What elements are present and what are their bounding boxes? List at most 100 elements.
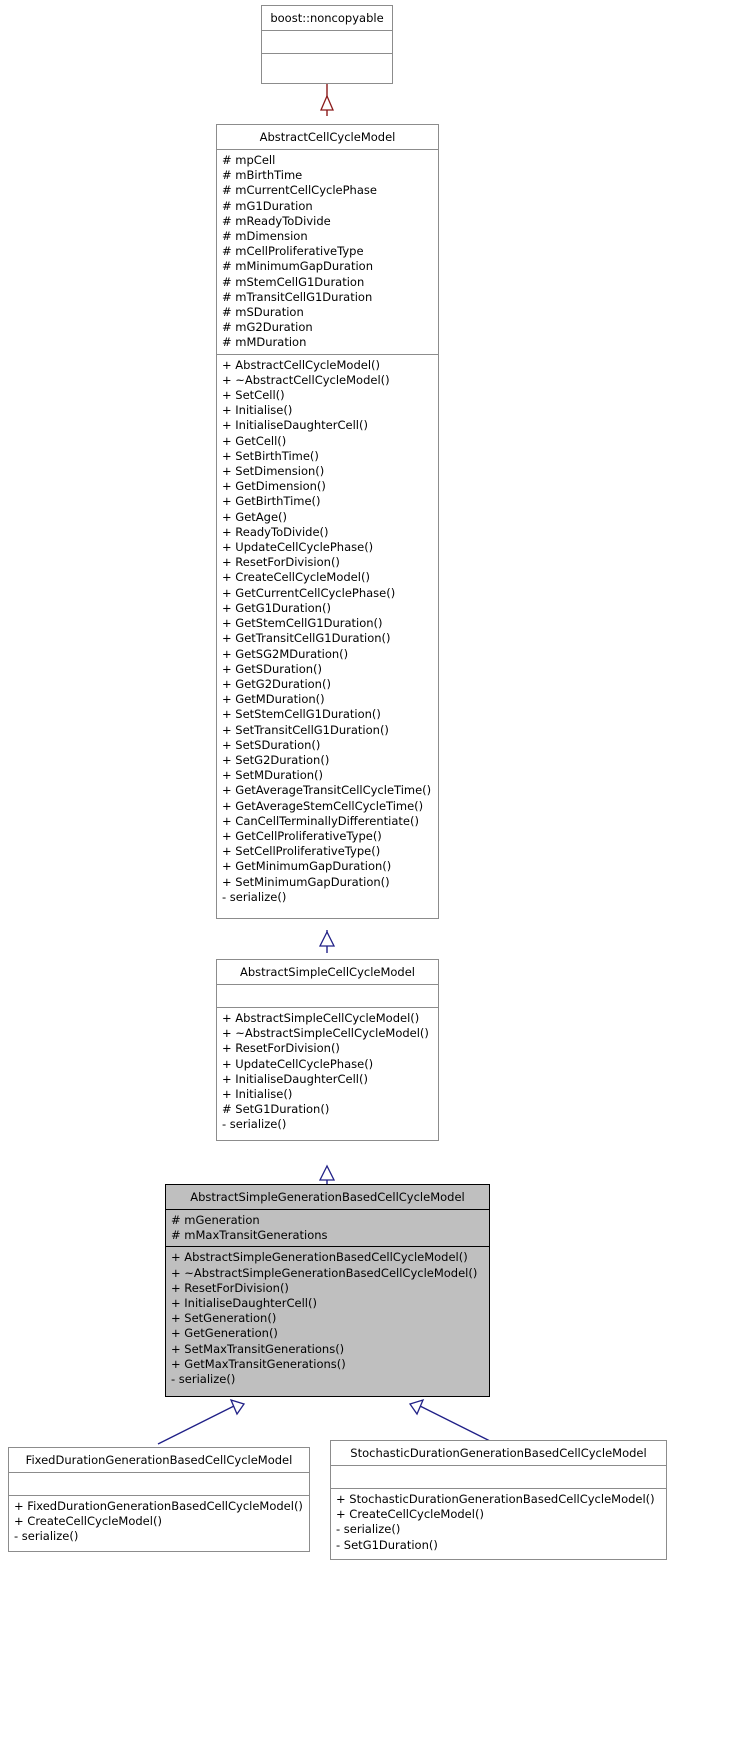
class-box-abstract-cell-cycle-model[interactable]: AbstractCellCycleModel # mpCell # mBirth…	[216, 124, 439, 919]
attribute-row: # mG2Duration	[222, 320, 313, 335]
method-row: + UpdateCellCyclePhase()	[222, 540, 374, 555]
method-row: + SetSDuration()	[222, 737, 321, 752]
method-row: + UpdateCellCyclePhase()	[222, 1056, 374, 1071]
class-name: boost::noncopyable	[270, 11, 384, 25]
method-row: + GetBirthTime()	[222, 494, 321, 509]
method-row: - serialize()	[222, 889, 287, 904]
method-row: + SetBirthTime()	[222, 448, 319, 463]
method-row: + GetMDuration()	[222, 692, 325, 707]
attribute-row: # mMaxTransitGenerations	[171, 1228, 328, 1243]
attributes-compartment	[217, 985, 438, 1007]
method-row: - serialize()	[14, 1529, 79, 1544]
method-row: - SetG1Duration()	[336, 1537, 438, 1552]
method-row: + StochasticDurationGenerationBasedCellC…	[336, 1492, 655, 1506]
method-row: + GetAge()	[222, 509, 288, 524]
method-row: + GetMinimumGapDuration()	[222, 859, 392, 874]
class-name: AbstractSimpleGenerationBasedCellCycleMo…	[190, 1190, 465, 1204]
method-row: + GetSG2MDuration()	[222, 646, 349, 661]
methods-compartment: + AbstractCellCycleModel() + ~AbstractCe…	[217, 355, 438, 908]
attribute-row: # mTransitCellG1Duration	[222, 289, 373, 304]
method-row: - serialize()	[336, 1522, 401, 1537]
method-row: + ResetForDivision()	[222, 1041, 340, 1056]
method-row: + CreateCellCycleModel()	[336, 1507, 484, 1522]
attributes-compartment	[331, 1466, 666, 1488]
method-row: + InitialiseDaughterCell()	[222, 1071, 368, 1086]
method-row: + AbstractSimpleCellCycleModel()	[222, 1011, 420, 1025]
method-row: + GetTransitCellG1Duration()	[222, 631, 391, 646]
uml-class-diagram: boost::noncopyable AbstractCellCycleMode…	[0, 0, 747, 1747]
method-row: + SetDimension()	[222, 464, 325, 479]
method-row: + GetStemCellG1Duration()	[222, 616, 383, 631]
method-row: + ~AbstractSimpleGenerationBasedCellCycl…	[171, 1265, 478, 1280]
methods-compartment: + AbstractSimpleGenerationBasedCellCycle…	[166, 1247, 489, 1390]
attribute-row: # mG1Duration	[222, 198, 313, 213]
methods-compartment	[262, 54, 392, 76]
method-row: + ~AbstractCellCycleModel()	[222, 372, 390, 387]
method-row: + AbstractSimpleGenerationBasedCellCycle…	[171, 1250, 468, 1265]
method-row: + SetG2Duration()	[222, 752, 330, 767]
method-row: + InitialiseDaughterCell()	[222, 418, 368, 433]
method-row: + GetGeneration()	[171, 1326, 278, 1341]
method-row: + SetStemCellG1Duration()	[222, 707, 381, 722]
method-row: - serialize()	[222, 1117, 287, 1132]
method-row: + GetSDuration()	[222, 661, 323, 676]
class-box-stochastic-duration-generation-based-cell-cycle-model[interactable]: StochasticDurationGenerationBasedCellCyc…	[330, 1440, 667, 1560]
method-row: + GetG2Duration()	[222, 676, 331, 691]
method-row: + GetAverageStemCellCycleTime()	[222, 798, 424, 813]
method-row: + ~AbstractSimpleCellCycleModel()	[222, 1026, 429, 1041]
method-row: + SetMaxTransitGenerations()	[171, 1341, 345, 1356]
class-box-fixed-duration-generation-based-cell-cycle-model[interactable]: FixedDurationGenerationBasedCellCycleMod…	[8, 1447, 310, 1552]
attributes-compartment	[262, 31, 392, 53]
method-row: - serialize()	[171, 1372, 236, 1387]
methods-compartment: + StochasticDurationGenerationBasedCellC…	[331, 1489, 666, 1556]
attribute-row: # mMinimumGapDuration	[222, 259, 373, 274]
attribute-row: # mGeneration	[171, 1213, 260, 1227]
method-row: + SetMinimumGapDuration()	[222, 874, 390, 889]
class-name: AbstractCellCycleModel	[259, 130, 396, 144]
class-name: FixedDurationGenerationBasedCellCycleMod…	[25, 1453, 293, 1467]
method-row: + SetTransitCellG1Duration()	[222, 722, 389, 737]
attribute-row: # mCurrentCellCyclePhase	[222, 183, 377, 198]
method-row: + Initialise()	[222, 403, 293, 418]
method-row: + CanCellTerminallyDifferentiate()	[222, 813, 419, 828]
method-row: + AbstractCellCycleModel()	[222, 357, 380, 372]
method-row: + SetGeneration()	[171, 1311, 277, 1326]
attributes-compartment: # mGeneration # mMaxTransitGenerations	[166, 1210, 489, 1246]
method-row: + GetDimension()	[222, 479, 326, 494]
class-box-abstract-simple-generation-based-cell-cycle-model[interactable]: AbstractSimpleGenerationBasedCellCycleMo…	[165, 1184, 490, 1397]
attribute-row: # mpCell	[222, 153, 276, 167]
method-row: + ResetForDivision()	[171, 1280, 289, 1295]
method-row: + SetMDuration()	[222, 768, 324, 783]
class-box-boost-noncopyable[interactable]: boost::noncopyable	[261, 5, 393, 84]
attribute-row: # mCellProliferativeType	[222, 244, 364, 259]
attribute-row: # mMDuration	[222, 335, 307, 350]
method-row: + SetCell()	[222, 388, 285, 403]
attribute-row: # mDimension	[222, 229, 308, 244]
class-name: AbstractSimpleCellCycleModel	[240, 965, 415, 979]
method-row: + GetCellProliferativeType()	[222, 828, 382, 843]
attribute-row: # mStemCellG1Duration	[222, 274, 365, 289]
method-row: + ReadyToDivide()	[222, 524, 329, 539]
methods-compartment: + FixedDurationGenerationBasedCellCycleM…	[9, 1496, 309, 1548]
method-row: + GetCurrentCellCyclePhase()	[222, 585, 396, 600]
attributes-compartment: # mpCell # mBirthTime # mCurrentCellCycl…	[217, 150, 438, 354]
method-row: + CreateCellCycleModel()	[222, 570, 370, 585]
method-row: # SetG1Duration()	[222, 1102, 330, 1117]
attributes-compartment	[9, 1473, 309, 1495]
attribute-row: # mBirthTime	[222, 168, 303, 183]
method-row: + InitialiseDaughterCell()	[171, 1296, 317, 1311]
class-box-abstract-simple-cell-cycle-model[interactable]: AbstractSimpleCellCycleModel + AbstractS…	[216, 959, 439, 1141]
attribute-row: # mSDuration	[222, 305, 304, 320]
class-name: StochasticDurationGenerationBasedCellCyc…	[350, 1446, 647, 1460]
method-row: + GetG1Duration()	[222, 600, 331, 615]
method-row: + GetMaxTransitGenerations()	[171, 1356, 346, 1371]
method-row: + CreateCellCycleModel()	[14, 1514, 162, 1529]
methods-compartment: + AbstractSimpleCellCycleModel() + ~Abst…	[217, 1008, 438, 1136]
method-row: + SetCellProliferativeType()	[222, 844, 381, 859]
method-row: + FixedDurationGenerationBasedCellCycleM…	[14, 1499, 303, 1513]
method-row: + ResetForDivision()	[222, 555, 340, 570]
method-row: + GetCell()	[222, 433, 287, 448]
method-row: + Initialise()	[222, 1087, 293, 1102]
method-row: + GetAverageTransitCellCycleTime()	[222, 783, 432, 798]
attribute-row: # mReadyToDivide	[222, 213, 331, 228]
